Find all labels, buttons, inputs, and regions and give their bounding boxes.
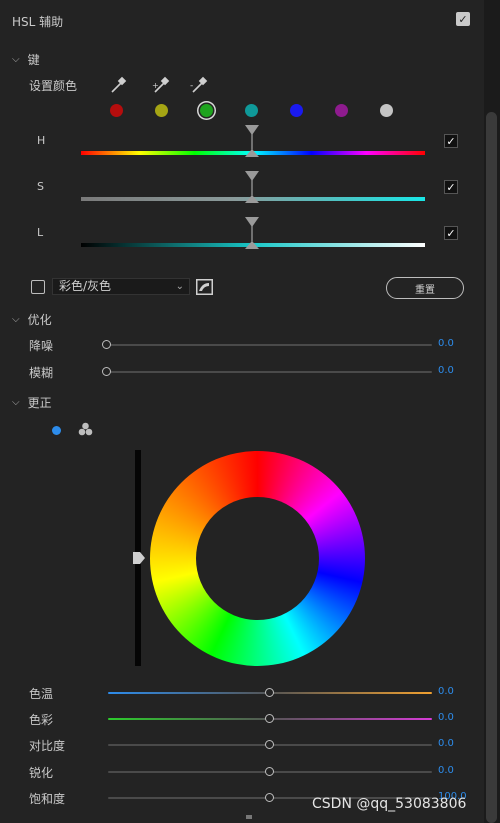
channel-label-h: H xyxy=(37,134,46,147)
luminance-top-handle[interactable] xyxy=(245,217,259,227)
color-wheel[interactable] xyxy=(150,451,365,666)
reset-button[interactable]: 重置 xyxy=(386,277,464,299)
hue-top-handle[interactable] xyxy=(245,125,259,135)
channel-label-l: L xyxy=(37,226,44,239)
tint-slider-knob[interactable] xyxy=(265,714,274,723)
color-wheel-center[interactable] xyxy=(196,497,319,620)
chevron-down-icon: ⌵ xyxy=(12,397,20,408)
section-key[interactable]: ⌵ 键 xyxy=(12,51,40,68)
color-swatch[interactable] xyxy=(289,104,303,117)
hue-range-slider[interactable] xyxy=(78,124,428,160)
saturation-top-handle[interactable] xyxy=(245,171,259,181)
saturation-label: 饱和度 xyxy=(29,792,66,806)
temperature-label: 色温 xyxy=(29,687,54,701)
temperature-value[interactable]: 0.0 xyxy=(438,686,454,697)
blur-slider[interactable] xyxy=(104,371,432,373)
color-swatch[interactable] xyxy=(199,104,213,117)
denoise-slider[interactable] xyxy=(104,344,432,346)
section-correction[interactable]: ⌵ 更正 xyxy=(12,394,52,411)
chevron-down-icon: ⌄ xyxy=(175,281,184,292)
watermark: CSDN @qq_53083806 xyxy=(312,796,467,812)
single-wheel-mode-icon[interactable] xyxy=(52,426,61,435)
chevron-down-icon: ⌵ xyxy=(12,54,20,65)
denoise-label: 降噪 xyxy=(29,339,54,353)
contrast-label: 对比度 xyxy=(29,739,66,753)
luminance-range-slider[interactable] xyxy=(78,216,428,252)
sharpen-value[interactable]: 0.0 xyxy=(438,765,454,776)
saturation-checkbox[interactable]: ✓ xyxy=(444,180,458,194)
invert-mask-icon[interactable] xyxy=(196,279,213,295)
hue-checkbox[interactable]: ✓ xyxy=(444,134,458,148)
contrast-value[interactable]: 0.0 xyxy=(438,738,454,749)
tint-value[interactable]: 0.0 xyxy=(438,712,454,723)
color-swatch[interactable] xyxy=(379,104,393,117)
channel-label-s: S xyxy=(37,180,44,193)
blur-value[interactable]: 0.0 xyxy=(438,365,454,376)
eyedropper-group: + - xyxy=(111,76,208,93)
scrollbar-thumb[interactable] xyxy=(486,112,497,823)
color-gray-checkbox[interactable] xyxy=(31,280,45,294)
eyedropper-icon[interactable] xyxy=(111,76,127,93)
wheel-luma-handle[interactable] xyxy=(133,552,146,564)
color-swatch[interactable] xyxy=(244,104,258,117)
saturation-slider-knob[interactable] xyxy=(265,793,274,802)
sharpen-slider-knob[interactable] xyxy=(265,767,274,776)
svg-text:+: + xyxy=(152,81,159,90)
contrast-slider-knob[interactable] xyxy=(265,740,274,749)
color-gray-dropdown[interactable]: 彩色/灰色 ⌄ xyxy=(52,278,190,295)
color-swatch[interactable] xyxy=(154,104,168,117)
panel-title: HSL 辅助 xyxy=(12,15,64,29)
luminance-checkbox[interactable]: ✓ xyxy=(444,226,458,240)
section-refine[interactable]: ⌵ 优化 xyxy=(12,311,52,328)
hsl-enable-checkbox[interactable]: ✓ xyxy=(456,12,470,26)
chevron-down-icon: ⌵ xyxy=(12,314,20,325)
denoise-value[interactable]: 0.0 xyxy=(438,338,454,349)
svg-text:-: - xyxy=(190,81,193,91)
blur-label: 模糊 xyxy=(29,366,54,380)
eyedropper-subtract-icon[interactable]: - xyxy=(190,76,208,93)
sharpen-label: 锐化 xyxy=(29,766,54,780)
color-swatch[interactable] xyxy=(109,104,123,117)
panel-resize-grip[interactable] xyxy=(246,815,252,819)
saturation-range-slider[interactable] xyxy=(78,170,428,206)
set-color-label: 设置颜色 xyxy=(29,79,78,93)
three-wheel-mode-icon[interactable] xyxy=(78,422,93,437)
color-swatch[interactable] xyxy=(334,104,348,117)
tint-label: 色彩 xyxy=(29,713,54,727)
eyedropper-add-icon[interactable]: + xyxy=(152,76,170,93)
temperature-slider-knob[interactable] xyxy=(265,688,274,697)
